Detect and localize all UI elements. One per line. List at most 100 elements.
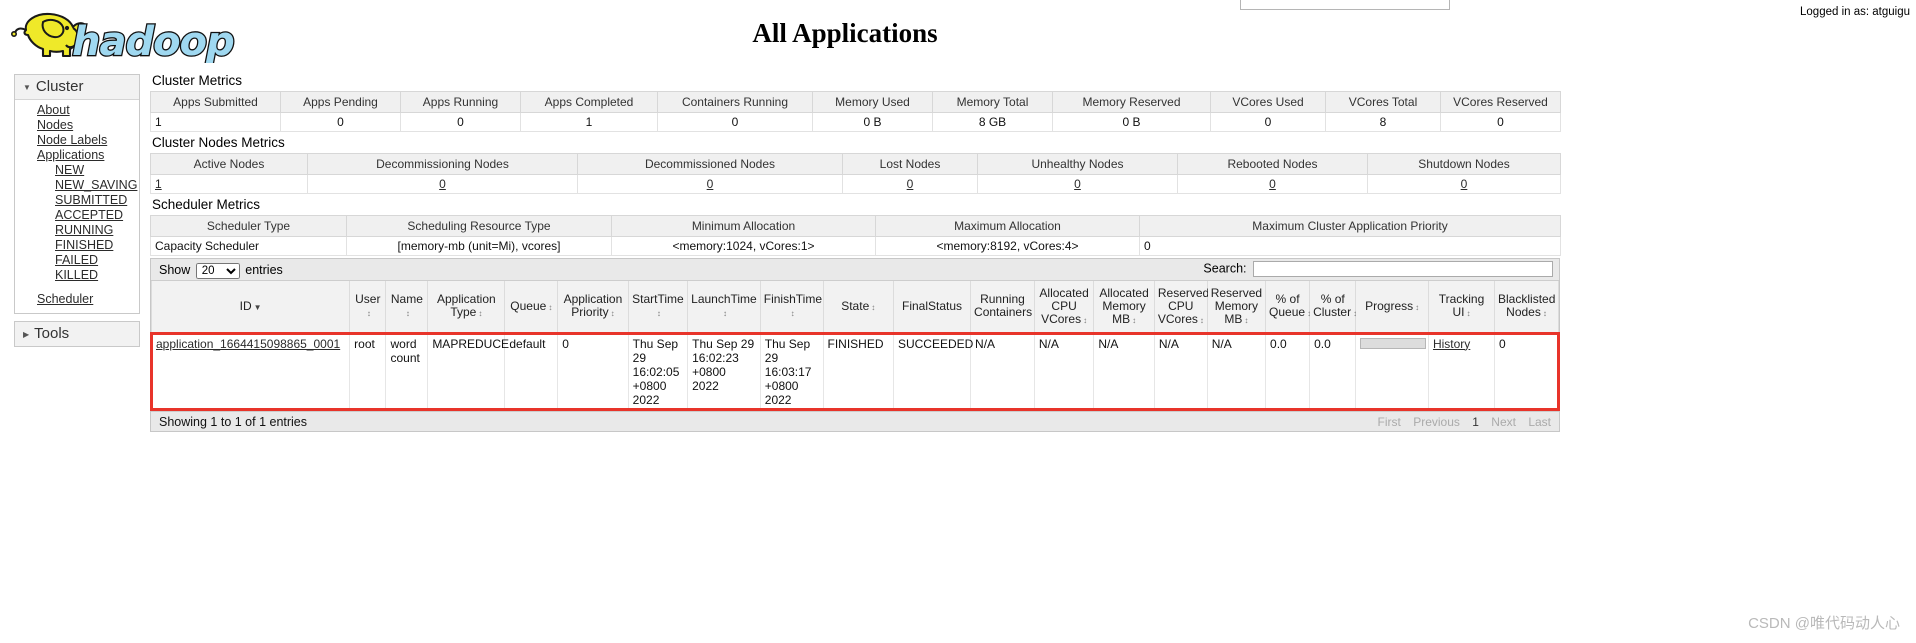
th-apps-pending: Apps Pending	[280, 91, 401, 113]
hadoop-logo[interactable]: hadoop	[10, 8, 235, 63]
col-header-starttime[interactable]: StartTime ↕	[627, 281, 689, 334]
sidebar-item-running[interactable]: RUNNING	[15, 223, 139, 238]
col-header-application-type[interactable]: Application Type ↕	[427, 281, 506, 334]
sidebar-item-new-saving[interactable]: NEW_SAVING	[15, 178, 139, 193]
application-id-link[interactable]: application_1664415098865_0001	[156, 337, 340, 351]
th-minimum-allocation: Minimum Allocation	[611, 215, 876, 237]
sort-desc-icon: ▼	[253, 302, 262, 312]
td-decommissioning-nodes: 0	[307, 174, 578, 194]
table-row[interactable]: application_1664415098865_0001 root word…	[150, 332, 1559, 411]
col-header-finishtime[interactable]: FinishTime ↕	[759, 281, 824, 334]
sidebar-cluster-panel: ▼ Cluster About Nodes Node Labels Applica…	[14, 74, 140, 314]
td-apps-completed: 1	[520, 112, 658, 132]
sidebar-item-submitted[interactable]: SUBMITTED	[15, 193, 139, 208]
cluster-nodes-metrics-table: Active Nodes Decommissioning Nodes Decom…	[150, 153, 1561, 194]
col-header-reserved-memory-mb[interactable]: Reserved Memory MB ↕	[1206, 281, 1267, 334]
col-header-blacklisted-nodes[interactable]: Blacklisted Nodes ↕	[1494, 281, 1559, 334]
cell-blacklisted-nodes: 0	[1494, 332, 1559, 411]
tracking-ui-link[interactable]: History	[1433, 337, 1470, 351]
cell-tracking-ui: History	[1427, 332, 1496, 411]
pager-first[interactable]: First	[1378, 415, 1401, 429]
link-active-nodes[interactable]: 1	[155, 177, 162, 191]
table-header-row: ID ▼ User ↕ Name ↕ Application Type ↕ Queue ↕…	[150, 281, 1559, 334]
col-header-state[interactable]: State ↕	[822, 281, 894, 334]
col-header-name[interactable]: Name ↕	[385, 281, 429, 334]
applications-table-wrap: ID ▼ User ↕ Name ↕ Application Type ↕ Queue ↕…	[150, 281, 1560, 411]
sort-icon: ↕	[656, 309, 661, 319]
col-label-name: Name	[390, 292, 423, 307]
col-header-id[interactable]: ID ▼	[150, 281, 351, 334]
link-lost-nodes[interactable]: 0	[907, 177, 914, 191]
show-entries-select[interactable]: 20 50 100	[195, 262, 240, 279]
cluster-metrics-table: Apps Submitted Apps Pending Apps Running…	[150, 91, 1561, 132]
col-header-launchtime[interactable]: LaunchTime ↕	[687, 281, 761, 334]
search-input[interactable]	[1253, 261, 1553, 277]
col-header-tracking-ui[interactable]: Tracking UI ↕	[1427, 281, 1496, 334]
link-decommissioning-nodes[interactable]: 0	[439, 177, 446, 191]
sidebar-item-killed[interactable]: KILLED	[15, 268, 139, 283]
td-maximum-allocation: <memory:8192, vCores:4>	[875, 236, 1140, 256]
col-label-user: User	[355, 292, 381, 307]
sidebar-item-scheduler[interactable]: Scheduler	[15, 292, 139, 307]
col-header-allocated-cpu-vcores[interactable]: Allocated CPU VCores ↕	[1033, 281, 1095, 334]
chevron-right-icon: ▶	[23, 329, 30, 339]
sidebar-tools-header[interactable]: ▶ Tools	[15, 322, 139, 346]
th-decommissioned-nodes: Decommissioned Nodes	[577, 153, 843, 175]
pager-page-1[interactable]: 1	[1472, 415, 1479, 429]
link-unhealthy-nodes[interactable]: 0	[1074, 177, 1081, 191]
sidebar-item-node-labels[interactable]: Node Labels	[15, 133, 139, 148]
col-header-user[interactable]: User ↕	[349, 281, 387, 334]
table-row: 1 0 0 0 0 0 0	[150, 174, 1561, 194]
col-label-running-containers: Running Containers	[974, 292, 1033, 320]
col-label-application-type: Application Type	[436, 292, 496, 320]
sidebar-tools-panel[interactable]: ▶ Tools	[14, 321, 140, 347]
sidebar: ▼ Cluster About Nodes Node Labels Applica…	[14, 74, 140, 347]
th-scheduler-type: Scheduler Type	[150, 215, 347, 237]
col-header-reserved-cpu-vcores[interactable]: Reserved CPU VCores ↕	[1153, 281, 1209, 334]
sidebar-item-about[interactable]: About	[15, 103, 139, 118]
th-vcores-total: VCores Total	[1325, 91, 1441, 113]
col-header-queue[interactable]: Queue ↕	[504, 281, 559, 334]
col-label-state: State	[841, 298, 870, 313]
sidebar-item-new[interactable]: NEW	[15, 163, 139, 178]
pager-next[interactable]: Next	[1491, 415, 1516, 429]
cell-running-containers: N/A	[970, 332, 1035, 411]
top-right-box	[1240, 0, 1450, 10]
td-unhealthy-nodes: 0	[977, 174, 1178, 194]
pager-last[interactable]: Last	[1528, 415, 1551, 429]
sort-icon: ↕	[1132, 315, 1137, 325]
link-shutdown-nodes[interactable]: 0	[1461, 177, 1468, 191]
col-header-progress[interactable]: Progress ↕	[1355, 281, 1429, 334]
td-apps-running: 0	[400, 112, 521, 132]
applications-footer: Showing 1 to 1 of 1 entries First Previo…	[151, 410, 1559, 431]
col-header-application-priority[interactable]: Application Priority ↕	[557, 281, 629, 334]
cell-allocated-cpu-vcores: N/A	[1033, 332, 1095, 411]
link-rebooted-nodes[interactable]: 0	[1269, 177, 1276, 191]
td-memory-used: 0 B	[812, 112, 933, 132]
col-header-running-containers[interactable]: Running Containers↕	[970, 281, 1038, 334]
cell-reserved-cpu-vcores: N/A	[1153, 332, 1208, 411]
col-label-finishtime: FinishTime	[763, 292, 822, 307]
col-label-id: ID	[239, 298, 252, 313]
sort-icon: ↕	[610, 309, 615, 319]
sort-icon: ↕	[871, 302, 876, 312]
col-header-allocated-memory-mb[interactable]: Allocated Memory MB ↕	[1093, 281, 1155, 334]
sidebar-item-nodes[interactable]: Nodes	[15, 118, 139, 133]
th-decommissioning-nodes: Decommissioning Nodes	[307, 153, 578, 175]
sort-icon: ↕	[1199, 315, 1204, 325]
col-header-finalstatus[interactable]: FinalStatus	[892, 281, 972, 334]
link-decommissioned-nodes[interactable]: 0	[707, 177, 714, 191]
col-header-pct-of-queue[interactable]: % of Queue↕	[1265, 281, 1311, 334]
cell-allocated-memory-mb: N/A	[1093, 332, 1155, 411]
pager-previous[interactable]: Previous	[1413, 415, 1460, 429]
main-content: Cluster Metrics Apps Submitted Apps Pend…	[150, 72, 1561, 432]
th-lost-nodes: Lost Nodes	[842, 153, 978, 175]
cell-name: word count	[385, 332, 429, 411]
sidebar-item-failed[interactable]: FAILED	[15, 253, 139, 268]
cell-starttime: Thu Sep 29 16:02:05 +0800 2022	[627, 332, 689, 411]
sidebar-item-accepted[interactable]: ACCEPTED	[15, 208, 139, 223]
col-header-pct-of-cluster[interactable]: % of Cluster↕	[1309, 281, 1357, 334]
sidebar-item-applications[interactable]: Applications	[15, 148, 139, 163]
sidebar-cluster-header[interactable]: ▼ Cluster	[15, 75, 139, 100]
sidebar-item-finished[interactable]: FINISHED	[15, 238, 139, 253]
